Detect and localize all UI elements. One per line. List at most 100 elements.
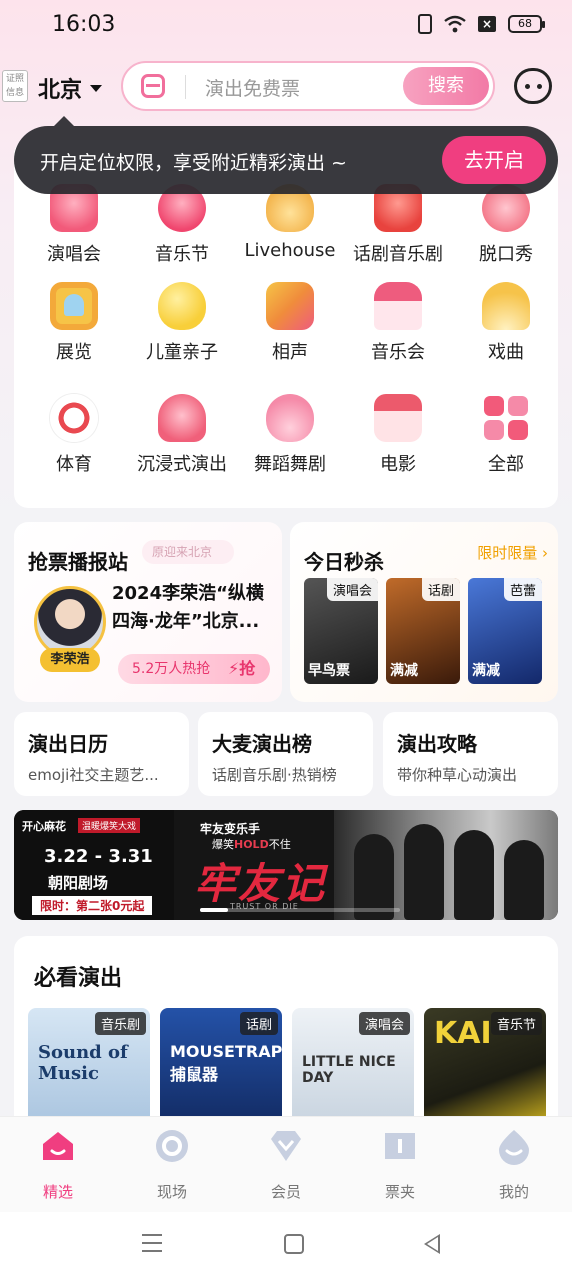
poster-tag: 话剧 [239,1012,278,1035]
banner-title-panel: 牢友变乐手 爆笑HOLD不住 牢友记 TRUST OR DIE [174,810,334,920]
category-standup[interactable]: 脱口秀 [452,184,560,266]
flash-sale-card[interactable]: 今日秒杀 限时限量 › 演唱会 早鸟票 话剧 满减 芭蕾 满减 [290,522,558,702]
tab-live[interactable]: 现场 [132,1127,212,1202]
quick-link-subtitle: 话剧音乐剧·热销榜 [212,766,337,784]
category-movie[interactable]: 电影 [344,394,452,476]
status-time: 16:03 [52,12,116,37]
vibrate-icon [418,14,432,34]
ticket-broadcast-card[interactable]: 抢票播报站 原迎来北京 李荣浩 2024李荣浩“纵横四海·龙年”北京... 5.… [14,522,282,702]
category-immersive[interactable]: 沉浸式演出 [128,394,236,476]
category-label: Livehouse [244,240,336,261]
tab-label: 现场 [156,1183,187,1201]
banner-date: 3.22 - 3.31 [44,846,153,867]
tab-label: 精选 [42,1183,73,1201]
soccer-ball-icon [50,394,98,442]
damai-logo-icon [141,74,165,98]
grid-icon [482,394,530,442]
piano-icon [374,282,422,330]
category-drama[interactable]: 话剧音乐剧 [344,184,452,266]
search-bar[interactable]: 演出免费票 搜索 [121,61,495,111]
picture-frame-icon [50,282,98,330]
location-tip-text: 开启定位权限，享受附近精彩演出 ~ [40,152,347,174]
message-icon[interactable] [514,68,552,104]
category-label: 电影 [380,454,416,475]
enable-location-button[interactable]: 去开启 [442,136,546,184]
banner-venue: 朝阳剧场 [48,874,109,892]
category-label: 音乐节 [155,244,209,265]
poster-title: Sound of Music [38,1042,128,1084]
city-name: 北京 [38,78,83,103]
caret-down-icon [90,84,103,92]
back-triangle-icon[interactable] [424,1234,440,1254]
category-label: 舞蹈舞剧 [254,454,326,475]
flash-sale-tag: 限时限量 › [477,542,548,563]
license-badge[interactable]: 证照信息 [2,70,28,102]
tab-featured[interactable]: 精选 [18,1127,98,1202]
category-label: 话剧音乐剧 [353,244,443,265]
category-livehouse[interactable]: Livehouse [236,184,344,261]
quick-link-ranking[interactable]: 大麦演出榜 话剧音乐剧·热销榜 [198,712,373,796]
flash-sale-tag-text: 限时限量 [477,544,538,562]
quick-link-guide[interactable]: 演出攻略 带你种草心动演出 [383,712,558,796]
folding-fan-icon [482,282,530,330]
recent-apps-icon[interactable] [142,1234,162,1252]
bottom-tab-bar: 精选 现场 会员 票夹 我的 [0,1116,572,1212]
search-button[interactable]: 搜索 [403,67,489,105]
tab-label: 票夹 [384,1183,415,1201]
flash-poster-3[interactable]: 芭蕾 满减 [468,578,542,684]
artist-name-badge: 李荣浩 [40,648,100,672]
category-label: 相声 [272,342,308,363]
poster-title: KAI [434,1016,492,1051]
tooltip-arrow [54,116,74,126]
poster-title: LITTLE NICE DAY [302,1054,396,1086]
category-label: 展览 [56,342,92,363]
clapperboard-icon [374,394,422,442]
category-crosstalk[interactable]: 相声 [236,282,344,364]
city-selector[interactable]: 北京 [38,72,103,104]
category-label: 戏曲 [488,342,524,363]
no-sim-icon: × [478,16,496,32]
tab-member[interactable]: 会员 [246,1127,326,1202]
search-input[interactable]: 演出免费票 [205,74,300,101]
poster-promo: 满减 [472,663,500,679]
search-divider [185,75,186,99]
category-dance[interactable]: 舞蹈舞剧 [236,394,344,476]
lightning-grab-icon: ⚡抢 [228,659,256,678]
home-square-icon[interactable] [284,1234,304,1254]
category-label: 音乐会 [371,342,425,363]
hot-count-badge[interactable]: 5.2万人热抢 ⚡抢 [118,654,270,684]
fan-book-icon [266,282,314,330]
promo-banner[interactable]: 开心麻花 温暖爆笑大戏 3.22 - 3.31 朝阳剧场 限时：第二张0元起 牢… [14,810,558,920]
category-opera[interactable]: 戏曲 [452,282,560,364]
broadcast-title: 抢票播报站 [28,550,128,574]
quick-link-calendar[interactable]: 演出日历 emoji社交主题艺... [14,712,189,796]
banner-brand: 开心麻花 [22,820,66,833]
must-see-poster-4[interactable]: 音乐节 KAI [424,1008,546,1128]
poster-tag: 演唱会 [358,1012,410,1035]
category-sports[interactable]: 体育 [20,394,128,476]
category-kids[interactable]: 儿童亲子 [128,282,236,364]
banner-subtitle: 牢友变乐手 [200,822,261,836]
must-see-poster-3[interactable]: 演唱会 LITTLE NICE DAY [292,1008,414,1128]
must-see-poster-1[interactable]: 音乐剧 Sound of Music [28,1008,150,1128]
broadcast-tag: 原迎来北京 [142,540,235,564]
hot-count-text: 5.2万人热抢 [132,661,211,677]
category-label: 全部 [488,454,524,475]
poster-promo: 早鸟票 [308,663,350,679]
banner-cast-photo [334,810,558,920]
status-bar: 16:03 × 68 [0,0,572,50]
must-see-poster-2[interactable]: 话剧 MOUSETRAP 捕鼠器 [160,1008,282,1128]
category-music-festival[interactable]: 音乐节 [128,184,236,266]
tab-tickets[interactable]: 票夹 [360,1127,440,1202]
flash-poster-1[interactable]: 演唱会 早鸟票 [304,578,378,684]
quick-link-subtitle: 带你种草心动演出 [397,766,518,784]
flash-poster-2[interactable]: 话剧 满减 [386,578,460,684]
live-icon [156,1130,188,1162]
category-exhibition[interactable]: 展览 [20,282,128,364]
banner-promo: 限时：第二张0元起 [32,896,153,915]
system-navigation-bar [0,1212,572,1280]
category-concert-hall[interactable]: 音乐会 [344,282,452,364]
tab-profile[interactable]: 我的 [474,1127,554,1202]
category-all[interactable]: 全部 [452,394,560,476]
category-concert[interactable]: 演唱会 [20,184,128,266]
